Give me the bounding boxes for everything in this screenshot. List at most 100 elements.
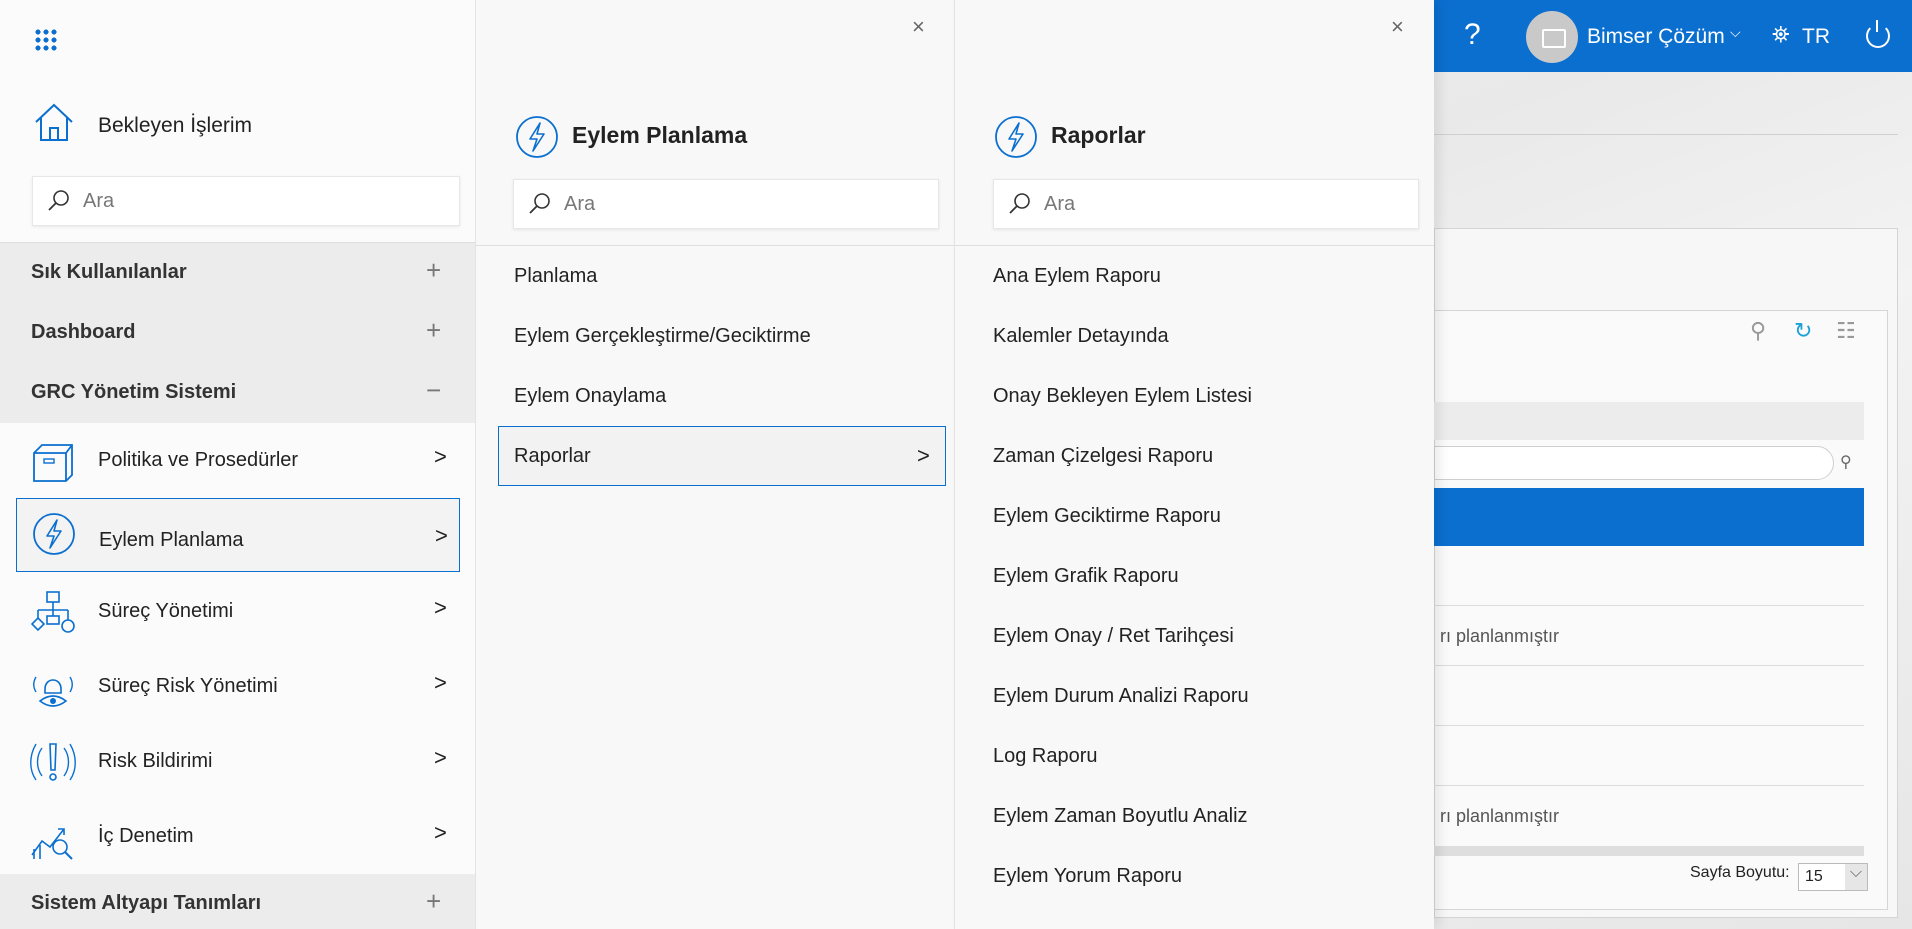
lightning-icon xyxy=(33,513,75,555)
section-label: GRC Yönetim Sistemi xyxy=(31,381,237,403)
section-dashboard[interactable]: Dashboard + xyxy=(0,303,475,363)
app-grid-icon[interactable] xyxy=(34,28,58,52)
submenu-item-planlama[interactable]: Planlama xyxy=(498,246,946,306)
home-label: Bekleyen İşlerim xyxy=(98,114,253,137)
grid-filter-input[interactable] xyxy=(1434,446,1834,480)
lightning-icon xyxy=(995,116,1037,158)
table-row[interactable]: rı planlanmıştır xyxy=(1434,606,1864,666)
main-menu-panel: Bekleyen İşlerim Sık Kullanılanlar + Das… xyxy=(0,0,475,929)
home-icon xyxy=(35,103,73,141)
menu-item-eylem-planlama[interactable]: Eylem Planlama > xyxy=(16,498,460,572)
chevron-right-icon: > xyxy=(434,595,447,620)
divider xyxy=(1434,134,1898,135)
table-row[interactable] xyxy=(1434,666,1864,726)
report-item[interactable]: Log Raporu xyxy=(977,726,1417,786)
submenu-item-raporlar[interactable]: Raporlar > xyxy=(498,426,946,486)
eylem-search-input[interactable] xyxy=(564,180,928,228)
report-item[interactable]: Eylem Grafik Raporu xyxy=(977,546,1417,606)
section-label: Sistem Altyapı Tanımları xyxy=(31,892,262,914)
report-item[interactable]: Ana Eylem Raporu xyxy=(977,246,1417,306)
table-row[interactable] xyxy=(1434,726,1864,786)
report-item-label: Kalemler Detayında xyxy=(993,325,1169,347)
lightning-icon xyxy=(516,116,558,158)
report-item[interactable]: Eylem Yorum Raporu xyxy=(977,846,1417,906)
submenu-item-label: Raporlar xyxy=(514,445,591,467)
menu-item-label: Eylem Planlama xyxy=(99,529,244,551)
raporlar-panel: × Raporlar Ana Eylem Raporu Kalemler Det… xyxy=(954,0,1434,929)
page-size-label: Sayfa Boyutu: xyxy=(1690,864,1790,881)
search-icon xyxy=(48,190,69,211)
refresh-icon[interactable]: ↻ xyxy=(1794,318,1812,344)
report-item-label: Eylem Zaman Boyutlu Analiz xyxy=(993,805,1248,827)
report-item[interactable]: Eylem Geciktirme Raporu xyxy=(977,486,1417,546)
main-search-input[interactable] xyxy=(83,177,449,225)
report-item[interactable]: Eylem Zaman Boyutlu Analiz xyxy=(977,786,1417,846)
report-item[interactable]: Eylem Onay / Ret Tarihçesi xyxy=(977,606,1417,666)
section-infra[interactable]: Sistem Altyapı Tanımları + xyxy=(0,874,475,929)
chevron-right-icon: > xyxy=(435,523,448,548)
user-name[interactable]: Bimser Çözüm xyxy=(1587,25,1725,49)
box-icon xyxy=(33,444,73,482)
panel-header: Eylem Planlama xyxy=(514,112,934,162)
menu-item-label: Risk Bildirimi xyxy=(98,750,213,772)
section-label: Sık Kullanılanlar xyxy=(31,261,187,283)
menu-item-risk-bildirimi[interactable]: Risk Bildirimi > xyxy=(16,724,460,798)
menu-item-politika[interactable]: Politika ve Prosedürler > xyxy=(16,423,460,497)
menu-item-ic-denetim[interactable]: İç Denetim > xyxy=(16,799,460,873)
eylem-search xyxy=(513,179,939,229)
horizontal-scrollbar[interactable] xyxy=(1434,846,1864,856)
plus-icon[interactable]: + xyxy=(426,886,441,917)
report-item-label: Eylem Grafik Raporu xyxy=(993,565,1179,587)
raporlar-search xyxy=(993,179,1419,229)
table-row[interactable]: rı planlanmıştır xyxy=(1434,786,1864,846)
search-icon xyxy=(529,193,550,214)
flowchart-icon xyxy=(30,591,75,633)
menu-item-surec-yonetimi[interactable]: Süreç Yönetimi > xyxy=(16,574,460,648)
submenu-item-onaylama[interactable]: Eylem Onaylama xyxy=(498,366,946,426)
raporlar-search-input[interactable] xyxy=(1044,180,1408,228)
report-item[interactable]: Onay Bekleyen Eylem Listesi xyxy=(977,366,1417,426)
clear-filter-icon[interactable]: ⚲ xyxy=(1750,318,1766,344)
report-item-label: Zaman Çizelgesi Raporu xyxy=(993,445,1214,467)
menu-item-surec-risk[interactable]: Süreç Risk Yönetimi > xyxy=(16,649,460,723)
submenu-item-gerceklestirme[interactable]: Eylem Gerçekleştirme/Geciktirme xyxy=(498,306,946,366)
language-selector[interactable]: TR xyxy=(1802,25,1830,49)
plus-icon[interactable]: + xyxy=(426,315,441,346)
grid-toolbar: ⚲ ↻ ☷ xyxy=(1750,318,1890,348)
section-favorites[interactable]: Sık Kullanılanlar + xyxy=(0,243,475,303)
report-item[interactable]: Zaman Çizelgesi Raporu xyxy=(977,426,1417,486)
chevron-down-icon[interactable]: ⌵ xyxy=(1730,24,1741,41)
plus-icon[interactable]: + xyxy=(426,255,441,286)
panel-title: Eylem Planlama xyxy=(572,122,748,148)
filter-icon[interactable]: ⚲ xyxy=(1840,452,1852,472)
bell-eye-icon xyxy=(33,676,73,707)
report-item[interactable]: Eylem Durum Analizi Raporu xyxy=(977,666,1417,726)
section-label: Dashboard xyxy=(31,321,136,343)
chevron-right-icon: > xyxy=(917,443,930,468)
page-size-select[interactable]: 15 xyxy=(1798,863,1868,891)
grid-header-row xyxy=(1434,488,1864,546)
search-icon xyxy=(1009,193,1030,214)
home-link[interactable]: Bekleyen İşlerim xyxy=(30,100,460,150)
table-row[interactable] xyxy=(1434,546,1864,606)
report-item-label: Log Raporu xyxy=(993,745,1098,767)
translate-icon[interactable]: ⛯ xyxy=(1772,22,1790,48)
report-item-label: Onay Bekleyen Eylem Listesi xyxy=(993,385,1253,407)
close-icon[interactable]: × xyxy=(912,14,925,40)
main-search xyxy=(32,176,460,226)
report-item[interactable]: Kalemler Detayında xyxy=(977,306,1417,366)
chevron-right-icon: > xyxy=(434,670,447,695)
close-icon[interactable]: × xyxy=(1391,14,1404,40)
panel-header: Raporlar xyxy=(993,112,1413,162)
settings-list-icon[interactable]: ☷ xyxy=(1836,318,1856,344)
minus-icon[interactable]: − xyxy=(426,375,441,406)
submenu-item-label: Eylem Onaylama xyxy=(514,385,667,407)
avatar[interactable] xyxy=(1526,11,1578,63)
chevron-right-icon: > xyxy=(434,820,447,845)
section-grc[interactable]: GRC Yönetim Sistemi − xyxy=(0,363,475,423)
chevron-right-icon: > xyxy=(434,444,447,469)
report-item-label: Eylem Onay / Ret Tarihçesi xyxy=(993,625,1234,647)
help-icon[interactable]: ? xyxy=(1464,18,1481,52)
menu-item-label: Süreç Risk Yönetimi xyxy=(98,675,278,697)
power-icon[interactable] xyxy=(1866,20,1890,48)
